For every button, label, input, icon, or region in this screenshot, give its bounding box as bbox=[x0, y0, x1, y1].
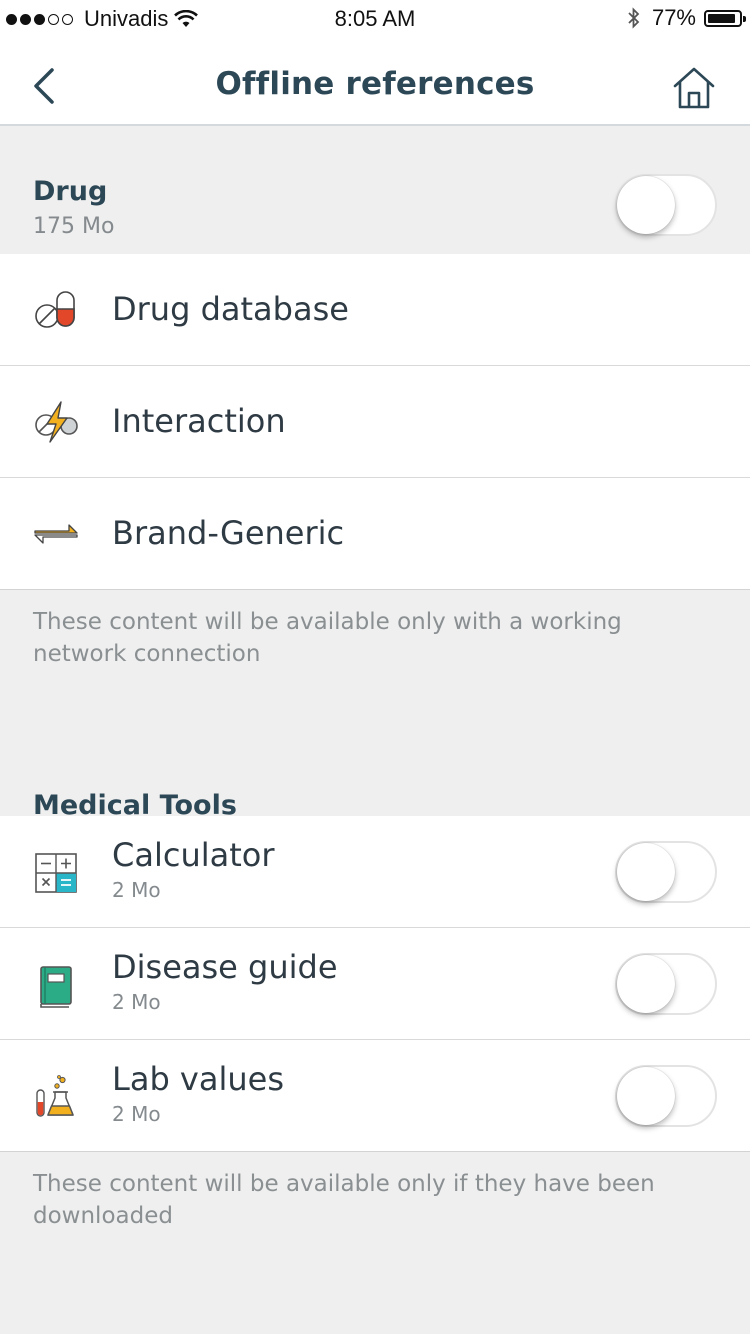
tools-section-header: Medical Tools bbox=[0, 682, 750, 821]
tools-section-note: These content will be available only if … bbox=[33, 1171, 655, 1229]
list-item-label: Drug database bbox=[112, 290, 349, 328]
list-item-label: Lab values bbox=[112, 1060, 284, 1098]
tools-list: Calculator 2 Mo Disease guide 2 Mo Lab v… bbox=[0, 816, 750, 1152]
swap-arrows-icon bbox=[34, 524, 78, 544]
list-item-label: Brand-Generic bbox=[112, 514, 345, 552]
drug-section-header: Drug 175 Mo bbox=[0, 126, 750, 254]
disease-guide-download-toggle[interactable] bbox=[615, 953, 717, 1015]
calculator-download-toggle[interactable] bbox=[615, 841, 717, 903]
bluetooth-icon bbox=[628, 7, 640, 29]
toggle-knob bbox=[617, 176, 675, 234]
drug-download-toggle[interactable] bbox=[615, 174, 717, 236]
list-item-size: 2 Mo bbox=[112, 1102, 161, 1126]
list-item-disease-guide: Disease guide 2 Mo bbox=[0, 928, 750, 1040]
book-icon bbox=[40, 966, 72, 1008]
page-title: Offline references bbox=[215, 66, 535, 102]
calculator-icon bbox=[35, 853, 77, 893]
drug-section-title: Drug bbox=[33, 176, 108, 207]
list-item-label: Calculator bbox=[112, 836, 275, 874]
drug-list: Drug database Interaction Brand-Generic bbox=[0, 254, 750, 590]
list-item-drug-database[interactable]: Drug database bbox=[0, 254, 750, 366]
status-right: 77% bbox=[626, 5, 746, 31]
list-item-size: 2 Mo bbox=[112, 878, 161, 902]
status-bar: Univadis 8:05 AM 77% bbox=[0, 0, 750, 40]
toggle-knob bbox=[617, 955, 675, 1013]
lab-flask-icon bbox=[36, 1075, 74, 1117]
battery-percentage: 77% bbox=[651, 5, 696, 30]
drug-section-note: These content will be available only wit… bbox=[33, 609, 622, 667]
list-item-interaction[interactable]: Interaction bbox=[0, 366, 750, 478]
interaction-icon bbox=[35, 401, 78, 443]
list-item-calculator: Calculator 2 Mo bbox=[0, 816, 750, 928]
toggle-knob bbox=[617, 843, 675, 901]
list-item-brand-generic[interactable]: Brand-Generic bbox=[0, 478, 750, 590]
pill-icon bbox=[35, 291, 75, 328]
toggle-knob bbox=[617, 1067, 675, 1125]
lab-values-download-toggle[interactable] bbox=[615, 1065, 717, 1127]
drug-section-size: 175 Mo bbox=[33, 214, 115, 239]
list-item-label: Interaction bbox=[112, 402, 286, 440]
list-item-lab-values: Lab values 2 Mo bbox=[0, 1040, 750, 1152]
navigation-bar: Offline references bbox=[0, 40, 750, 126]
list-item-label: Disease guide bbox=[112, 948, 338, 986]
battery-icon bbox=[704, 9, 746, 27]
list-item-size: 2 Mo bbox=[112, 990, 161, 1014]
home-icon[interactable] bbox=[672, 66, 716, 110]
